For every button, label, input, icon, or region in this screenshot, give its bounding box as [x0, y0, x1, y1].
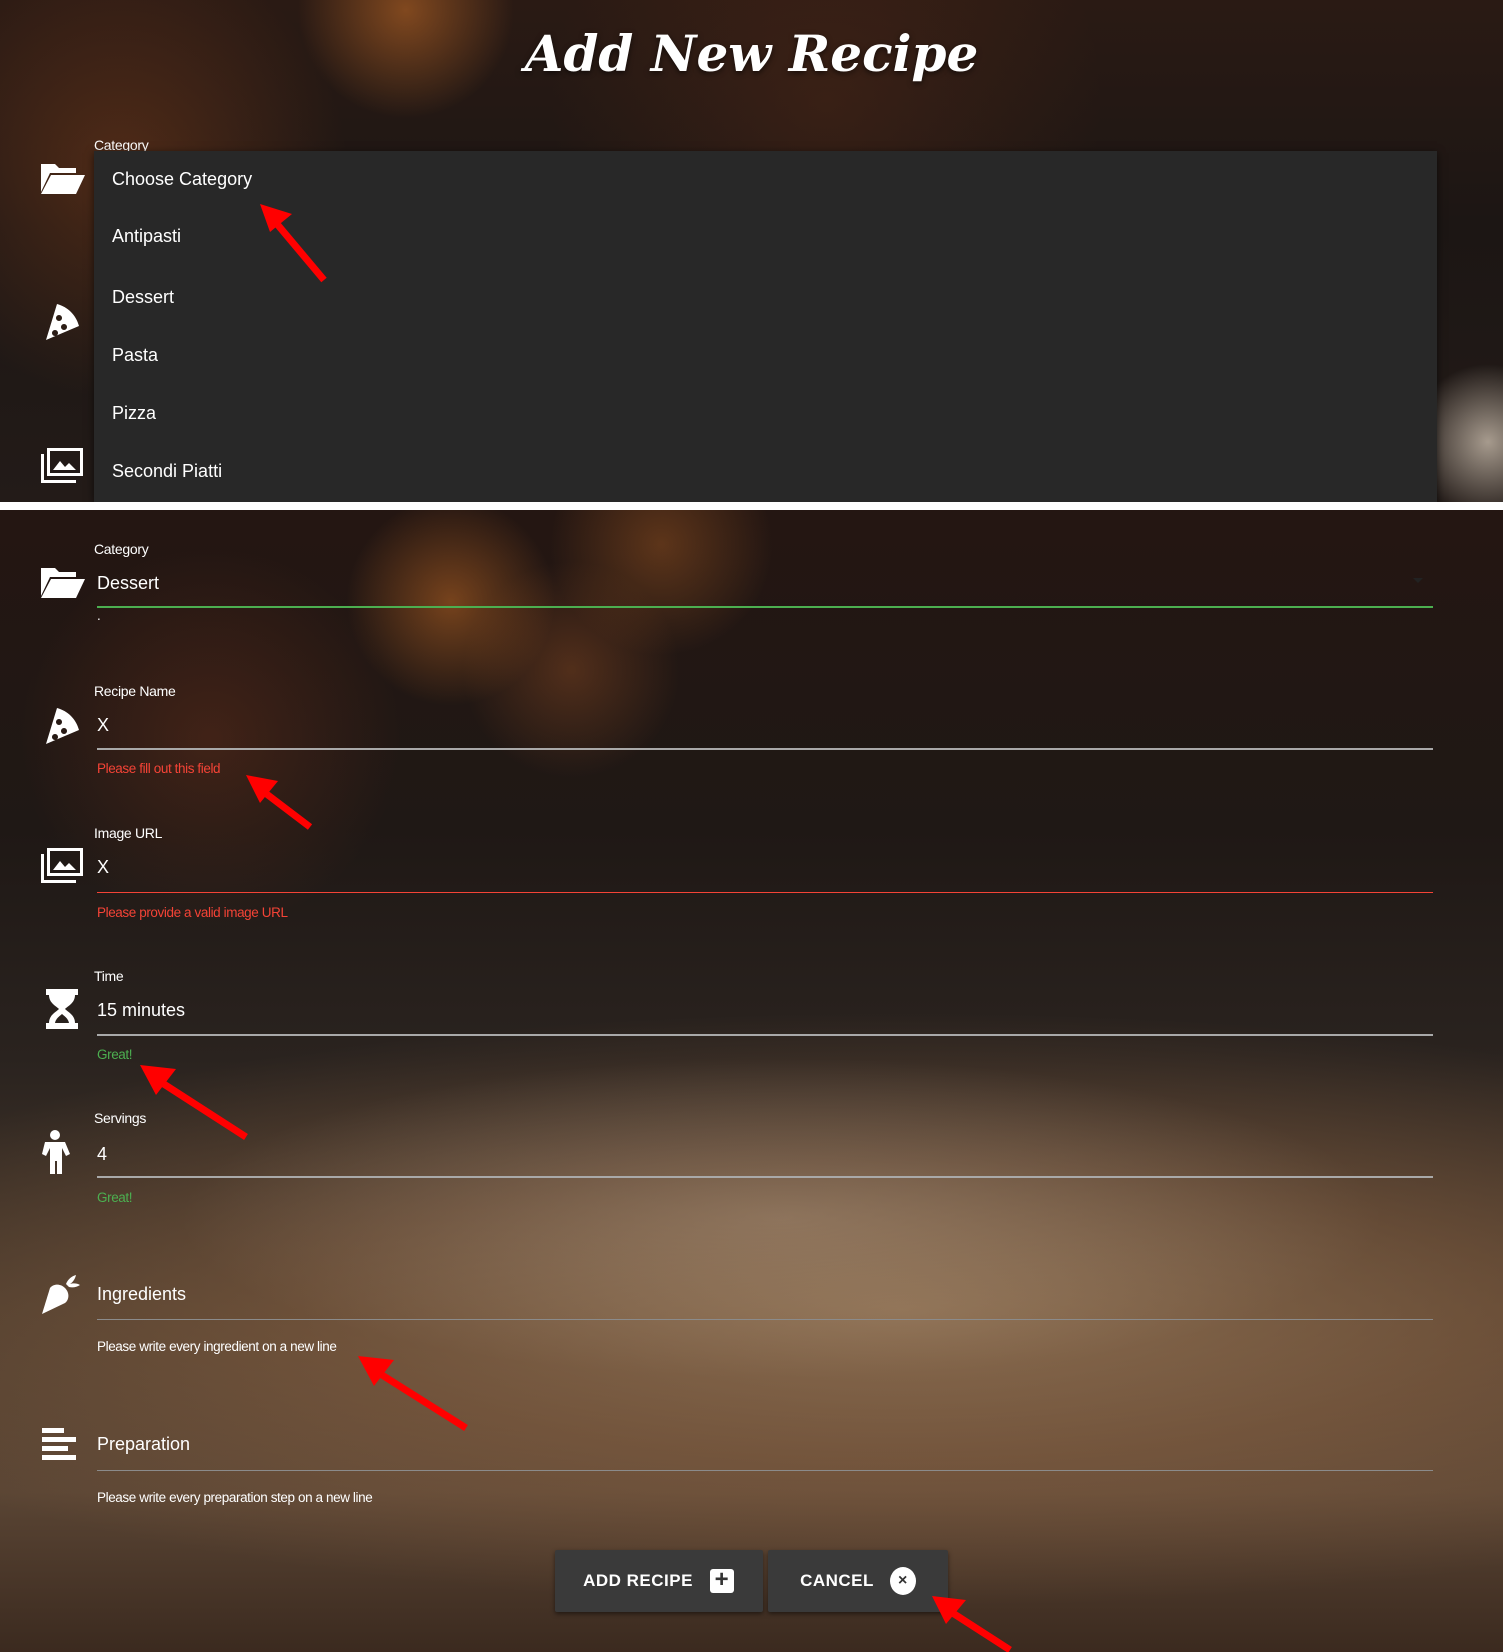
hourglass-icon [38, 985, 86, 1033]
cancel-button[interactable]: CANCEL × [768, 1550, 948, 1612]
close-circle-icon: × [889, 1567, 916, 1595]
time-success: Great! [97, 1047, 133, 1062]
add-recipe-label: ADD RECIPE [583, 1571, 693, 1590]
recipe-name-underline [97, 748, 1433, 750]
preparation-underline [97, 1470, 1433, 1471]
servings-success: Great! [97, 1190, 133, 1205]
add-recipe-button[interactable]: ADD RECIPE + [555, 1550, 763, 1612]
recipe-name-error: Please fill out this field [97, 761, 221, 776]
annotation-arrow [358, 1356, 468, 1431]
cancel-label: CANCEL [800, 1571, 874, 1590]
servings-label: Servings [94, 1110, 147, 1126]
carrot-icon [38, 1270, 86, 1318]
images-icon [38, 842, 86, 890]
image-url-underline [97, 892, 1433, 893]
recipe-name-label: Recipe Name [94, 683, 176, 699]
recipe-name-input[interactable]: X [97, 715, 109, 736]
child-icon [38, 1128, 86, 1176]
servings-underline [97, 1176, 1433, 1178]
servings-input[interactable]: 4 [97, 1144, 107, 1165]
image-url-input[interactable]: X [97, 857, 109, 878]
pizza-slice-icon [38, 700, 86, 748]
category-helper: . [97, 608, 101, 623]
category-underline [97, 606, 1433, 608]
category-select[interactable]: Dessert [97, 573, 159, 594]
annotation-arrow [246, 775, 316, 830]
image-url-label: Image URL [94, 825, 163, 841]
chevron-down-icon[interactable] [1413, 578, 1423, 583]
ingredients-helper: Please write every ingredient on a new l… [97, 1339, 337, 1354]
category-field-label: Category [94, 541, 149, 557]
annotation-arrow [140, 1065, 250, 1140]
ingredients-underline [97, 1319, 1433, 1320]
ingredients-textarea[interactable]: Ingredients [97, 1284, 186, 1305]
plus-square-icon: + [709, 1568, 735, 1594]
annotation-arrow [932, 1596, 1012, 1652]
time-input[interactable]: 15 minutes [97, 1000, 185, 1021]
align-left-icon [38, 1420, 86, 1468]
time-label: Time [94, 968, 124, 984]
folder-open-icon [38, 558, 86, 606]
preparation-textarea[interactable]: Preparation [97, 1434, 190, 1455]
time-underline [97, 1034, 1433, 1036]
image-url-error: Please provide a valid image URL [97, 905, 288, 920]
preparation-helper: Please write every preparation step on a… [97, 1490, 373, 1505]
